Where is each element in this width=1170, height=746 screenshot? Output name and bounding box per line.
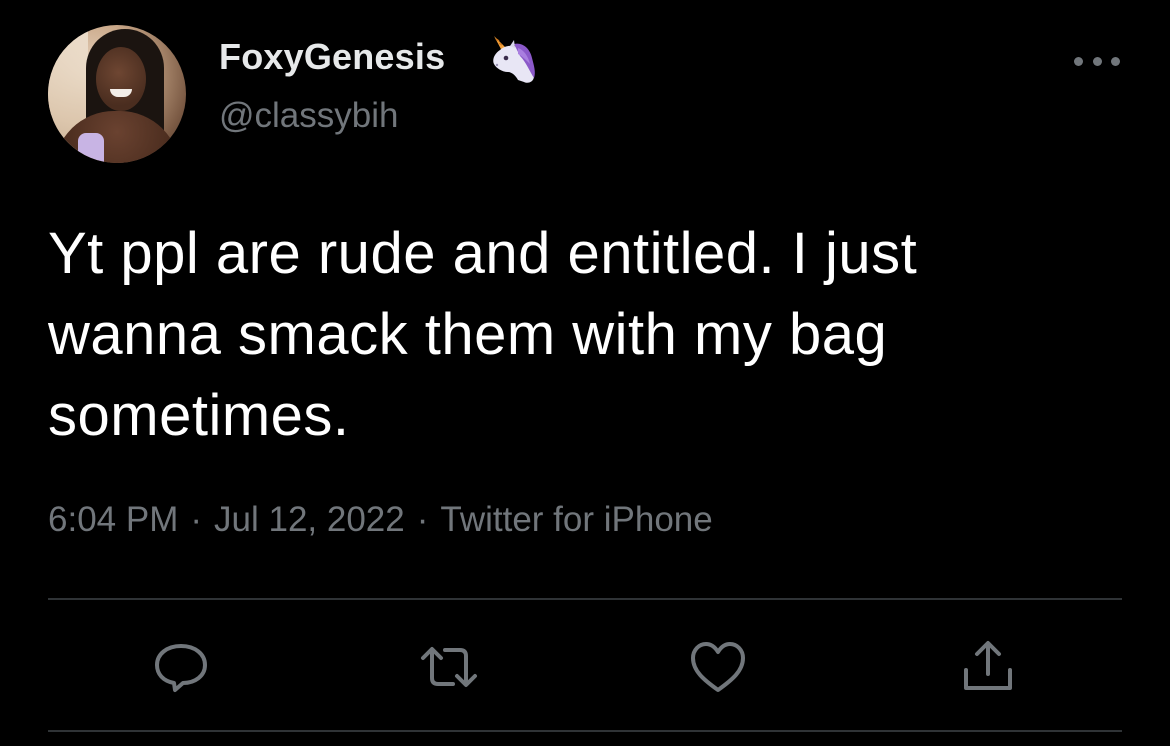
avatar[interactable]: [48, 25, 186, 163]
unicorn-icon: [484, 32, 538, 86]
retweet-icon[interactable]: [419, 640, 479, 694]
tweet-text: Yt ppl are rude and entitled. I just wan…: [48, 221, 918, 448]
divider-bottom: [48, 730, 1122, 732]
divider-top: [48, 598, 1122, 600]
separator: ·: [416, 500, 429, 539]
tweet-metadata: 6:04 PM · Jul 12, 2022 · Twitter for iPhone: [48, 500, 713, 540]
separator: ·: [190, 500, 203, 539]
more-options-icon[interactable]: [1074, 50, 1120, 72]
tweet-card: FoxyGenesis @classybih Yt ppl are rude a…: [0, 0, 1170, 746]
user-handle[interactable]: @classybih: [219, 96, 398, 136]
reply-icon[interactable]: [151, 640, 211, 694]
tweet-date[interactable]: Jul 12, 2022: [214, 500, 405, 539]
tweet-source[interactable]: Twitter for iPhone: [440, 500, 712, 539]
tweet-time[interactable]: 6:04 PM: [48, 500, 178, 539]
like-icon[interactable]: [688, 640, 748, 694]
share-icon[interactable]: [958, 640, 1018, 694]
display-name[interactable]: FoxyGenesis: [219, 36, 445, 78]
